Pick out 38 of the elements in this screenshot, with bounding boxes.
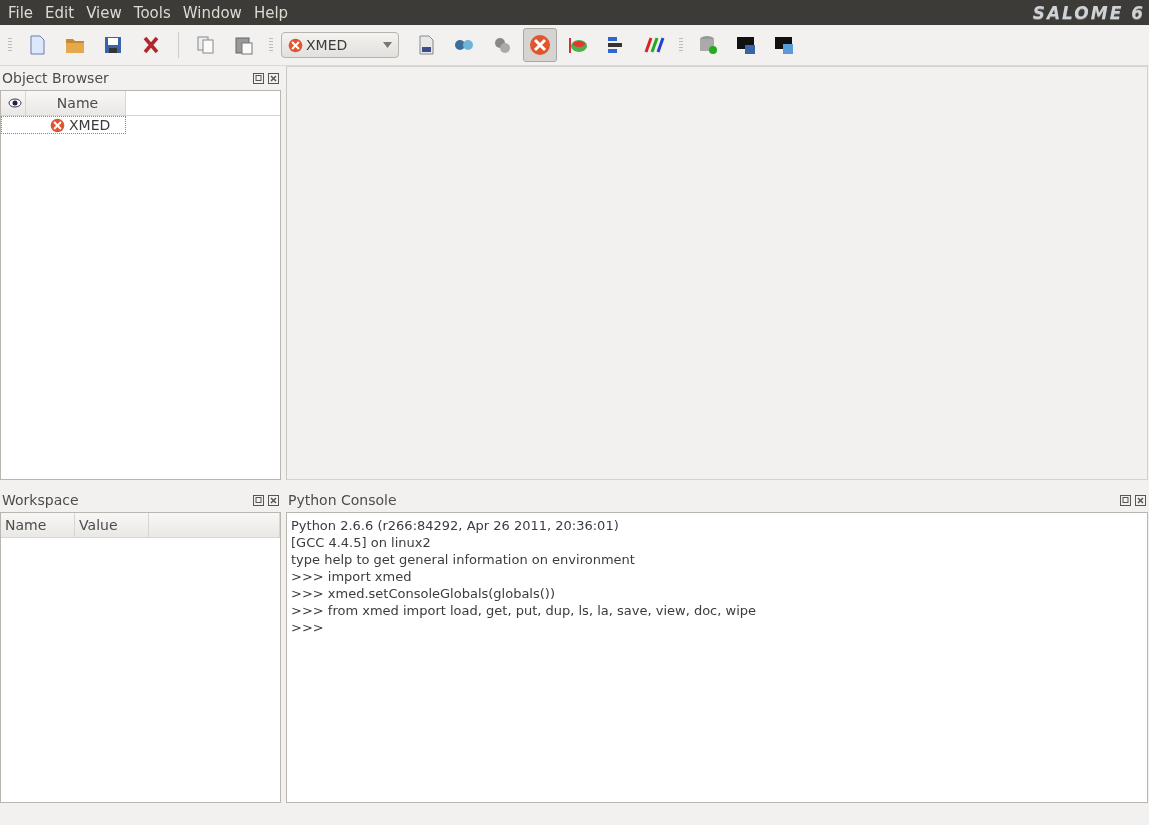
database-icon bbox=[697, 34, 719, 56]
close-icon bbox=[268, 494, 279, 506]
console-line: >>> xmed.setConsoleGlobals(globals()) bbox=[291, 585, 556, 602]
float-icon bbox=[253, 72, 264, 84]
float-icon bbox=[1120, 494, 1131, 506]
console-line: [GCC 4.4.5] on linux2 bbox=[291, 534, 432, 551]
panel-title: Object Browser bbox=[2, 70, 109, 86]
close-icon bbox=[1135, 494, 1146, 506]
float-icon bbox=[253, 494, 264, 506]
menu-item[interactable]: Edit bbox=[39, 3, 81, 22]
copy-icon bbox=[195, 34, 217, 56]
console-line: >>> from xmed import load, get, put, dup, ls, la, save, view, doc, wipe bbox=[291, 602, 757, 619]
column-header[interactable] bbox=[1, 91, 26, 115]
menu-item[interactable]: View bbox=[80, 3, 128, 22]
console-line: >>> bbox=[291, 619, 325, 636]
panel-title: Python Console bbox=[288, 492, 397, 508]
caret-icon bbox=[383, 42, 392, 48]
tree-item[interactable]: XMED bbox=[1, 116, 126, 134]
panel-title: Workspace bbox=[2, 492, 79, 508]
save-icon bbox=[102, 34, 124, 56]
close-icon bbox=[268, 72, 279, 84]
screen-cube-icon bbox=[773, 34, 795, 56]
console-line: Python 2.6.6 (r266:84292, Apr 26 2011, 20:36:01) bbox=[291, 517, 620, 534]
menu-item[interactable]: File bbox=[2, 3, 40, 22]
eye-icon bbox=[8, 98, 22, 108]
console-line: type help to get general information on environment bbox=[291, 551, 636, 568]
paste-icon bbox=[233, 34, 255, 56]
column-header[interactable]: Value bbox=[75, 513, 150, 537]
screen-save-icon bbox=[735, 34, 757, 56]
logo: SALOME 6 bbox=[1032, 2, 1145, 23]
menu-item[interactable]: Tools bbox=[127, 3, 177, 22]
console-field[interactable] bbox=[286, 512, 1148, 803]
module-dropdown[interactable]: XMED bbox=[281, 32, 399, 58]
console-line: >>> import xmed bbox=[291, 568, 413, 585]
column-header[interactable]: Name bbox=[26, 91, 126, 115]
menu-item[interactable]: Window bbox=[176, 3, 248, 22]
column-header[interactable]: Name bbox=[1, 513, 76, 537]
menu-item[interactable]: Help bbox=[247, 3, 295, 22]
